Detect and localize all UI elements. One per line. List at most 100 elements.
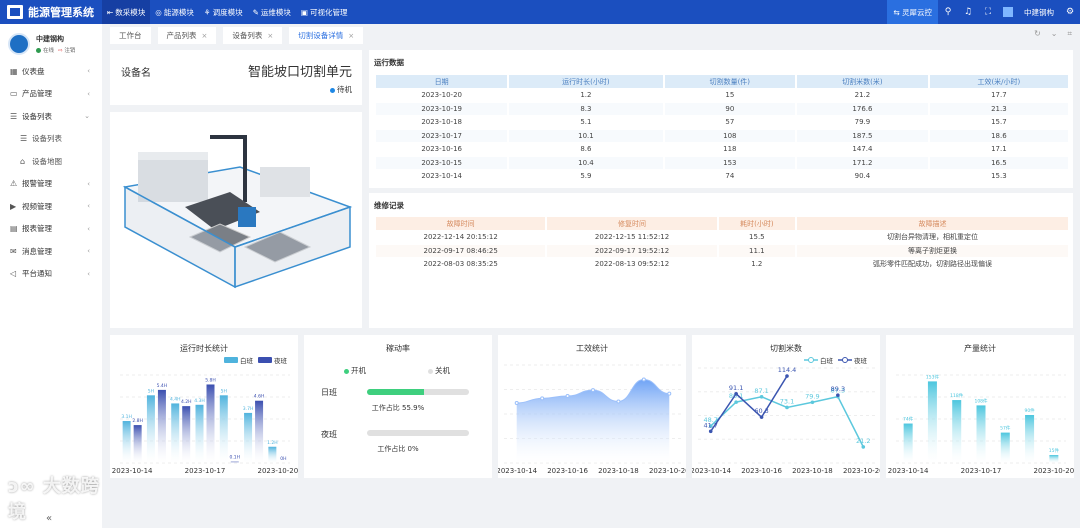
data-point[interactable] (708, 429, 713, 434)
table-cell: 1.2 (580, 91, 592, 100)
table-cell: 17.7 (991, 91, 1007, 100)
bar[interactable] (268, 446, 277, 463)
data-point[interactable] (759, 415, 764, 419)
data-point[interactable] (565, 393, 570, 398)
data-label: 2.8H (132, 418, 143, 424)
sidebar-item[interactable]: ◁ 平台通知 ‹ (0, 263, 102, 286)
data-label: 60.3 (754, 407, 768, 415)
sidebar-item[interactable]: ⚠ 报警管理 ‹ (0, 173, 102, 196)
bar[interactable] (122, 421, 131, 463)
bar[interactable] (182, 406, 191, 463)
settings-icon[interactable]: ⚙ (1060, 7, 1080, 17)
x-tick-label: 2023-10-14 (498, 467, 538, 475)
bar[interactable] (157, 389, 166, 463)
collapse-sidebar-icon[interactable]: « (46, 513, 52, 524)
refresh-icon[interactable]: ↻ (1034, 29, 1041, 39)
x-tick-label: 2023-10-20 (649, 467, 686, 475)
module-tab[interactable]: ⚘ 调度模块 (199, 0, 248, 24)
close-icon[interactable]: × (348, 32, 354, 40)
tab[interactable]: 设备列表 × (223, 27, 283, 44)
data-point[interactable] (734, 391, 738, 396)
sidebar-item[interactable]: ▤ 报表管理 ‹ (0, 218, 102, 241)
table-cell: 15.5 (749, 233, 765, 242)
bar[interactable] (195, 404, 204, 463)
table-cell: 10.4 (509, 156, 663, 169)
table-cell: 等离子割炬更换 (796, 244, 1068, 257)
image-icon: ▣ (300, 7, 308, 17)
list-icon: ☰ (10, 111, 18, 121)
module-tab[interactable]: ▣ 可视化管理 (296, 0, 353, 24)
bar[interactable] (255, 400, 264, 463)
tab[interactable]: 切割设备详情 × (289, 27, 364, 44)
bar[interactable] (219, 395, 228, 463)
efficiency-chart: 2023-10-14 2023-10-16 2023-10-18 2023-10-20… (498, 335, 686, 478)
logout-link[interactable]: ⇨ 注销 (58, 46, 75, 54)
data-point[interactable] (836, 393, 840, 397)
table-cell: 90.4 (854, 172, 871, 181)
bar[interactable] (1000, 432, 1010, 463)
data-point[interactable] (641, 377, 646, 382)
bar[interactable] (206, 384, 215, 463)
sidebar-item[interactable]: ☰ 设备列表 ⌄ (0, 105, 102, 128)
search-icon[interactable]: ⚲ (938, 7, 958, 17)
tab[interactable]: 工作台 (110, 27, 151, 44)
bar[interactable] (244, 412, 253, 463)
bar[interactable] (927, 381, 937, 463)
sidebar-item[interactable]: ⌂ 设备地图 (0, 150, 102, 173)
maximize-icon[interactable]: ⌗ (1067, 29, 1072, 39)
bar[interactable] (903, 423, 913, 463)
maintenance-card: 维修记录 故障时间 修复时间 耗时(小时) 故障描述 2022-12-14 20:15:… (369, 193, 1073, 328)
user-logo-icon[interactable] (998, 6, 1018, 18)
module-tab[interactable]: ⇤ 数采模块 (102, 0, 151, 24)
data-label: 4.3H (194, 398, 205, 404)
bar[interactable] (146, 395, 155, 463)
table-cell: 2023-10-17 (376, 129, 508, 142)
bar[interactable] (1025, 415, 1035, 463)
table-cell: 2023-10-14 (421, 172, 462, 181)
data-point[interactable] (667, 391, 672, 396)
sidebar-item[interactable]: ✉ 消息管理 ‹ (0, 240, 102, 263)
data-label: 118件 (950, 392, 964, 399)
user-name[interactable]: 中建钢构 (1018, 7, 1060, 18)
bar[interactable] (133, 425, 142, 463)
sidebar-item[interactable]: ▭ 产品管理 ‹ (0, 83, 102, 106)
bar[interactable] (171, 403, 180, 463)
data-point[interactable] (591, 388, 595, 393)
data-point[interactable] (540, 396, 545, 401)
data-point[interactable] (616, 399, 621, 404)
data-point[interactable] (759, 395, 764, 399)
table-cell: 118 (723, 145, 737, 154)
table-cell: 10.1 (509, 129, 663, 142)
chevron-down-icon[interactable]: ⌄ (1051, 29, 1058, 39)
module-tab[interactable]: ✎ 运维模块 (248, 0, 296, 24)
close-icon[interactable]: × (202, 32, 208, 40)
close-icon[interactable]: × (267, 32, 273, 40)
module-tab[interactable]: ◎ 能源模块 (150, 0, 199, 24)
user-name: 中建钢构 (36, 35, 64, 43)
legend-label: 夜班 (274, 356, 288, 365)
data-point[interactable] (810, 400, 815, 405)
table-cell: 21.3 (929, 102, 1068, 115)
sidebar-item[interactable]: ☰ 设备列表 (0, 128, 102, 151)
bar[interactable] (952, 400, 962, 463)
bell-icon[interactable]: ♫ (958, 7, 978, 17)
bar[interactable] (1049, 455, 1059, 463)
data-point[interactable] (734, 400, 738, 404)
fullscreen-icon[interactable]: ⛶ (978, 7, 998, 17)
table-row: 2023-10-16 8.6 118 147.4 17.1 (376, 143, 1068, 156)
sidebar-item[interactable]: ▦ 仪表盘 ‹ (0, 60, 102, 83)
bar[interactable] (230, 461, 239, 463)
legend-label: 白班 (820, 356, 834, 365)
table-row: 2022-09-17 08:46:25 2022-09-17 19:52:12 11… (376, 244, 1068, 257)
sidebar-item[interactable]: ▶ 视频管理 ‹ (0, 195, 102, 218)
x-tick-label: 2023-10-14 (888, 467, 929, 475)
data-label: 74件 (903, 416, 914, 423)
data-point[interactable] (785, 405, 789, 410)
data-point[interactable] (785, 374, 789, 378)
device-name: 智能坡口切割单元 (247, 65, 352, 80)
data-point[interactable] (861, 445, 866, 449)
data-point[interactable] (514, 401, 519, 406)
cloud-control-button[interactable]: ⇆ 灵犀云控 (887, 0, 938, 24)
bar[interactable] (976, 405, 986, 463)
tab[interactable]: 产品列表 × (157, 27, 217, 44)
